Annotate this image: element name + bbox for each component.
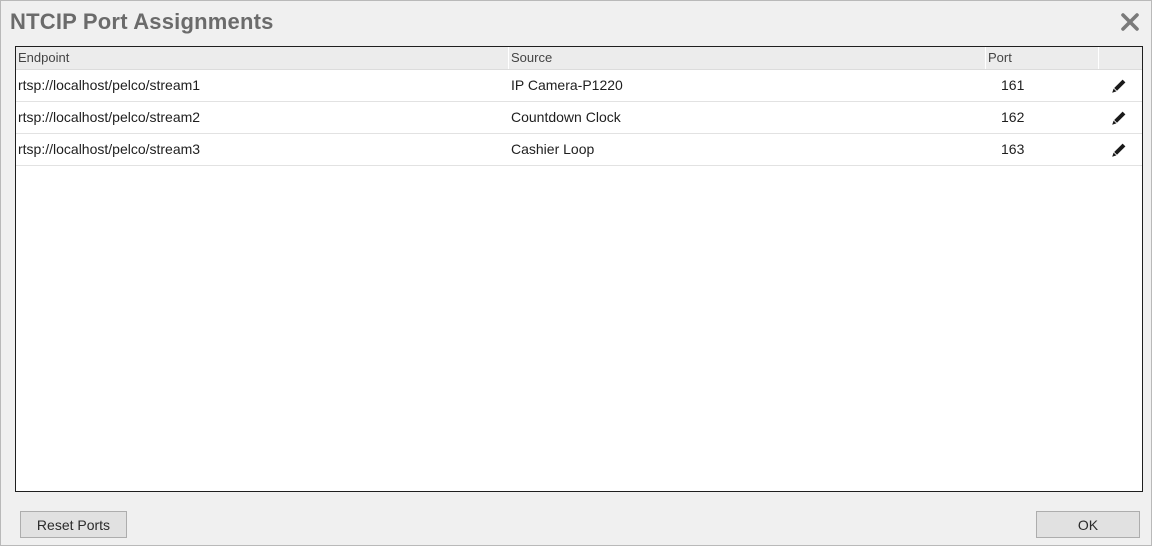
port-cell: 162 bbox=[1001, 109, 1025, 125]
pencil-icon[interactable] bbox=[1111, 110, 1127, 126]
table-row[interactable]: rtsp://localhost/pelco/stream1 IP Camera… bbox=[16, 70, 1142, 102]
endpoint-cell: rtsp://localhost/pelco/stream2 bbox=[18, 109, 201, 125]
source-cell: Countdown Clock bbox=[511, 109, 621, 125]
pencil-icon[interactable] bbox=[1111, 78, 1127, 94]
endpoint-cell: rtsp://localhost/pelco/stream3 bbox=[18, 141, 201, 157]
port-assignments-grid: Endpoint Source Port rtsp://localhost/pe… bbox=[15, 46, 1143, 492]
column-header-actions bbox=[1099, 47, 1142, 69]
port-assignments-dialog: NTCIP Port Assignments Endpoint Source P… bbox=[0, 0, 1152, 546]
grid-header: Endpoint Source Port bbox=[16, 47, 1142, 70]
port-cell: 163 bbox=[1001, 141, 1025, 157]
column-header-endpoint[interactable]: Endpoint bbox=[16, 47, 509, 69]
table-row[interactable]: rtsp://localhost/pelco/stream2 Countdown… bbox=[16, 102, 1142, 134]
reset-ports-button[interactable]: Reset Ports bbox=[20, 511, 127, 538]
port-cell: 161 bbox=[1001, 77, 1025, 93]
ok-button[interactable]: OK bbox=[1036, 511, 1140, 538]
source-cell: Cashier Loop bbox=[511, 141, 595, 157]
column-header-source[interactable]: Source bbox=[509, 47, 986, 69]
endpoint-cell: rtsp://localhost/pelco/stream1 bbox=[18, 77, 201, 93]
close-icon[interactable] bbox=[1118, 10, 1142, 34]
table-row[interactable]: rtsp://localhost/pelco/stream3 Cashier L… bbox=[16, 134, 1142, 166]
dialog-title: NTCIP Port Assignments bbox=[10, 9, 274, 34]
pencil-icon[interactable] bbox=[1111, 142, 1127, 158]
source-cell: IP Camera-P1220 bbox=[511, 77, 623, 93]
column-header-port[interactable]: Port bbox=[986, 47, 1099, 69]
